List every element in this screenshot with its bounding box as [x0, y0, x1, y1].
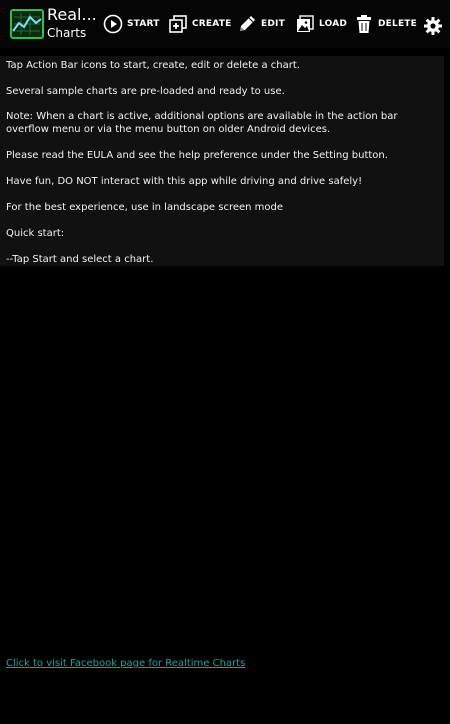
info-text-quickstart-step: --Tap Start and select a chart. [6, 254, 154, 265]
start-button[interactable]: START [103, 12, 160, 36]
info-text-intro: Tap Action Bar icons to start, create, e… [6, 60, 300, 71]
load-button[interactable]: LOAD [295, 12, 347, 36]
start-label: START [127, 19, 160, 29]
add-chart-icon [168, 14, 188, 34]
app-title: Real... Charts [47, 5, 97, 40]
app-title-line2: Charts [47, 26, 87, 40]
delete-button[interactable]: DELETE [354, 12, 417, 36]
edit-button[interactable]: EDIT [237, 12, 285, 36]
trash-icon [354, 14, 374, 34]
info-text-samples: Several sample charts are pre-loaded and… [6, 86, 285, 97]
play-circle-icon [103, 14, 123, 34]
app-title-line1: Real... [47, 5, 97, 24]
edit-label: EDIT [261, 19, 285, 29]
create-label: CREATE [192, 19, 232, 29]
info-text-note: Note: When a chart is active, additional… [6, 111, 398, 135]
info-text-eula: Please read the EULA and see the help pr… [6, 150, 388, 161]
gear-icon [423, 16, 443, 36]
chart-logo-icon[interactable] [10, 9, 44, 39]
delete-label: DELETE [378, 19, 417, 29]
action-bar: Real... Charts START CREATE EDIT LOAD DE… [0, 0, 450, 48]
load-label: LOAD [319, 19, 348, 29]
info-text-safety: Have fun, DO NOT interact with this app … [6, 176, 363, 187]
info-text-quickstart-heading: Quick start: [6, 228, 65, 239]
create-button[interactable]: CREATE [168, 12, 231, 36]
pencil-icon [237, 14, 257, 34]
image-load-icon [295, 14, 315, 34]
info-text-landscape: For the best experience, use in landscap… [6, 202, 284, 213]
info-panel: Tap Action Bar icons to start, create, e… [0, 56, 444, 266]
facebook-link[interactable]: Click to visit Facebook page for Realtim… [6, 658, 245, 669]
settings-button[interactable] [423, 14, 443, 38]
